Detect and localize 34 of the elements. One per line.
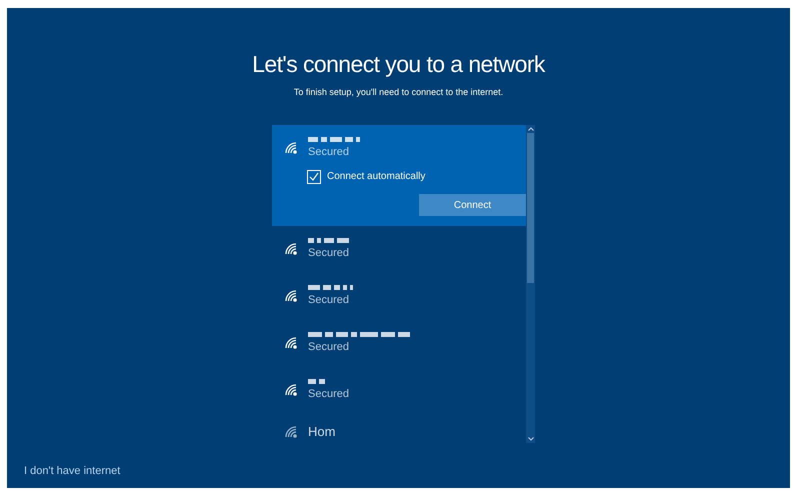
checkmark-icon — [309, 172, 319, 182]
wifi-icon — [283, 424, 300, 439]
network-item[interactable]: Hom — [272, 414, 526, 443]
scrollbar[interactable] — [526, 125, 535, 443]
network-status: Secured — [308, 387, 349, 401]
wifi-icon — [283, 382, 300, 396]
redacted-name — [308, 236, 349, 244]
connect-button[interactable]: Connect — [419, 194, 526, 216]
network-status: Secured — [308, 145, 350, 159]
scroll-down-icon[interactable] — [528, 437, 534, 441]
network-item[interactable]: Secured Connect automatically Connect — [272, 125, 526, 226]
network-item[interactable]: Secured — [272, 320, 526, 367]
redacted-name — [308, 377, 325, 385]
network-item[interactable]: Secured — [272, 273, 526, 320]
wifi-icon — [283, 288, 300, 302]
scrollbar-thumb[interactable] — [527, 133, 534, 283]
wifi-icon — [283, 240, 300, 256]
network-item[interactable]: Secured — [272, 226, 526, 273]
network-status: Secured — [308, 340, 350, 354]
page-subtitle: To finish setup, you'll need to connect to the internet. — [294, 86, 504, 98]
network-name: Hom — [308, 424, 336, 439]
redacted-name — [308, 135, 360, 143]
checkbox-label: Connect automatically — [327, 170, 426, 184]
checkbox[interactable] — [307, 170, 321, 184]
scroll-up-icon[interactable] — [528, 127, 534, 131]
wifi-icon — [283, 334, 300, 350]
no-internet-link[interactable]: I don't have internet — [24, 462, 120, 479]
network-status: Secured — [308, 246, 349, 260]
page-title: Let's connect you to a network — [252, 50, 545, 79]
network-item[interactable]: Secured — [272, 367, 526, 414]
redacted-name — [308, 283, 353, 291]
wifi-icon — [283, 140, 300, 154]
auto-connect-checkbox[interactable]: Connect automatically — [307, 169, 515, 184]
network-status: Secured — [308, 293, 350, 307]
